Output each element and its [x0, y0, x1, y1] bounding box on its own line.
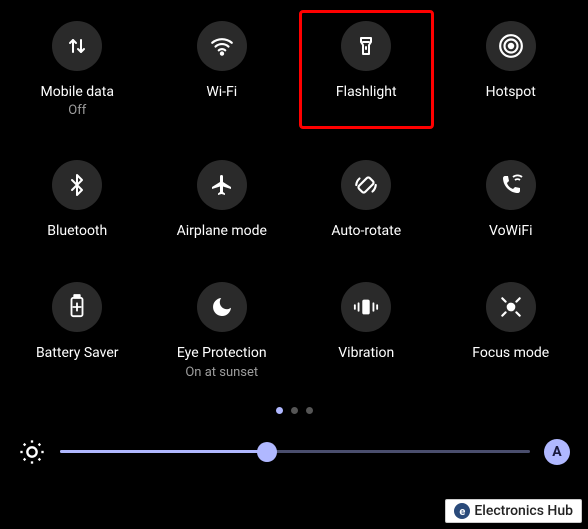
eye-protection-icon — [197, 282, 247, 332]
auto-brightness-toggle[interactable]: A — [544, 439, 570, 465]
vibration-icon — [341, 282, 391, 332]
tile-label: Auto-rotate — [331, 222, 401, 240]
tile-label: Mobile data — [41, 83, 114, 101]
tile-label: Battery Saver — [36, 344, 119, 362]
airplane-icon — [197, 160, 247, 210]
flashlight-icon — [341, 21, 391, 71]
tile-sublabel: Off — [68, 103, 86, 118]
tile-vowifi[interactable]: VoWiFi — [444, 149, 579, 251]
vowifi-icon — [486, 160, 536, 210]
tile-label: Hotspot — [486, 83, 536, 101]
tile-hotspot[interactable]: Hotspot — [444, 10, 579, 129]
watermark: e Electronics Hub — [445, 499, 582, 523]
mobile-data-icon — [52, 21, 102, 71]
brightness-icon — [18, 438, 46, 466]
tile-eye-protection[interactable]: Eye Protection On at sunset — [155, 271, 290, 390]
tile-auto-rotate[interactable]: Auto-rotate — [299, 149, 434, 251]
focus-mode-icon — [486, 282, 536, 332]
tile-sublabel: On at sunset — [185, 365, 258, 380]
bluetooth-icon — [52, 160, 102, 210]
tile-airplane[interactable]: Airplane mode — [155, 149, 290, 251]
hotspot-icon — [486, 21, 536, 71]
tile-flashlight[interactable]: Flashlight — [299, 10, 434, 129]
quick-settings-grid: Mobile data Off Wi-Fi Flashlight Hotspot Blue… — [0, 0, 588, 391]
tile-label: Vibration — [338, 344, 394, 362]
tile-label: Focus mode — [472, 344, 549, 362]
tile-label: VoWiFi — [489, 222, 533, 240]
watermark-logo-icon: e — [454, 503, 470, 519]
tile-label: Bluetooth — [47, 222, 107, 240]
auto-rotate-icon — [341, 160, 391, 210]
page-indicator — [0, 407, 588, 414]
tile-wifi[interactable]: Wi-Fi — [155, 10, 290, 129]
wifi-icon — [197, 21, 247, 71]
page-dot[interactable] — [291, 407, 298, 414]
battery-saver-icon — [52, 282, 102, 332]
brightness-slider[interactable] — [60, 440, 530, 464]
brightness-slider-thumb[interactable] — [257, 442, 277, 462]
brightness-row: A — [0, 438, 588, 466]
tile-label: Flashlight — [336, 83, 397, 101]
page-dot[interactable] — [306, 407, 313, 414]
tile-bluetooth[interactable]: Bluetooth — [10, 149, 145, 251]
page-dot[interactable] — [276, 407, 283, 414]
watermark-text: Electronics Hub — [474, 503, 573, 519]
tile-battery-saver[interactable]: Battery Saver — [10, 271, 145, 390]
tile-vibration[interactable]: Vibration — [299, 271, 434, 390]
tile-label: Wi-Fi — [206, 83, 237, 101]
tile-label: Airplane mode — [177, 222, 267, 240]
tile-label: Eye Protection — [177, 344, 267, 362]
tile-focus-mode[interactable]: Focus mode — [444, 271, 579, 390]
tile-mobile-data[interactable]: Mobile data Off — [10, 10, 145, 129]
